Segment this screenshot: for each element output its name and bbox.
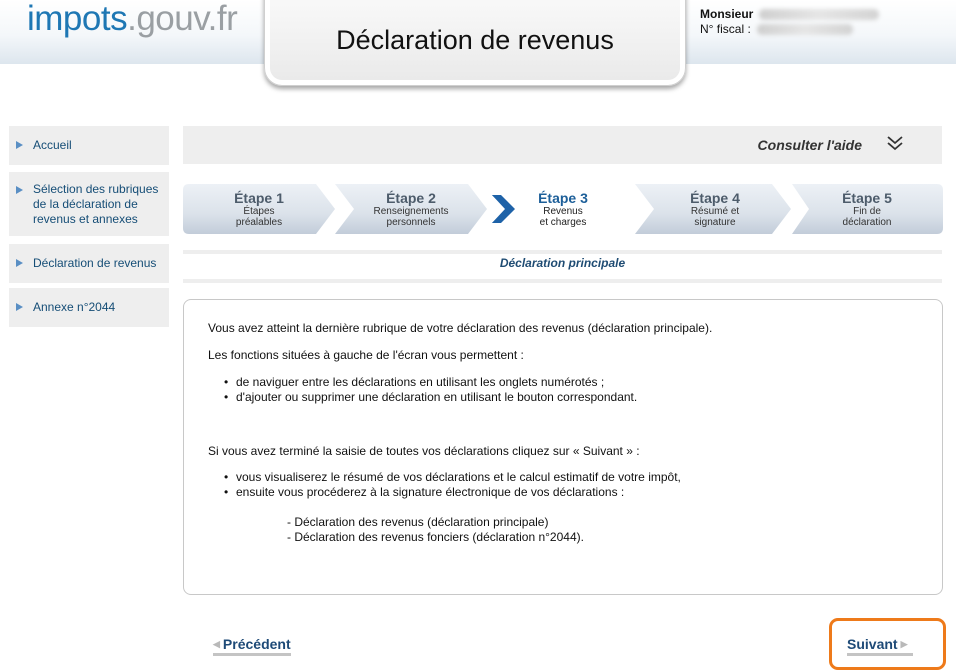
sidebar-item-accueil[interactable]: Accueil xyxy=(9,126,169,165)
step-3-current: Étape 3 Revenus et charges xyxy=(487,184,639,234)
sidebar-item-selection-rubriques[interactable]: Sélection des rubriques de la déclaratio… xyxy=(9,172,169,236)
step-title: Étape 2 xyxy=(386,190,436,206)
list-item: - Déclaration des revenus fonciers (décl… xyxy=(287,530,584,544)
logo-text-main: impots xyxy=(27,0,128,38)
triangle-right-icon xyxy=(16,259,23,267)
step-title: Étape 4 xyxy=(690,190,740,206)
redacted-name xyxy=(759,9,880,21)
step-title: Étape 3 xyxy=(538,190,588,206)
list-item: de naviguer entre les déclarations en ut… xyxy=(224,375,604,390)
sidebar-item-label: Sélection des rubriques de la déclaratio… xyxy=(33,182,159,226)
previous-label: Précédent xyxy=(222,636,291,652)
step-5: Étape 5 Fin de déclaration xyxy=(791,184,943,234)
step-title: Étape 1 xyxy=(234,190,284,206)
redacted-fiscal-number xyxy=(756,24,853,36)
page-title: Déclaration de revenus xyxy=(336,25,614,55)
step-subtitle: signature xyxy=(694,217,736,228)
step-subtitle: déclaration xyxy=(842,217,892,228)
next-label: Suivant xyxy=(847,636,898,652)
step-title: Étape 5 xyxy=(842,190,892,206)
content-paragraph: Les fonctions situées à gauche de l'écra… xyxy=(208,348,524,362)
sidebar-item-label: Annexe n°2044 xyxy=(33,300,116,314)
triangle-right-icon xyxy=(16,186,23,194)
page-title-box: Déclaration de revenus xyxy=(264,0,686,86)
step-subtitle: Revenus xyxy=(543,206,583,217)
step-1: Étape 1 Étapes préalables xyxy=(183,184,335,234)
list-item: - Déclaration des revenus (déclaration p… xyxy=(287,515,549,529)
triangle-right-icon: ▶ xyxy=(900,639,908,649)
triangle-right-icon xyxy=(16,303,23,311)
sidebar-item-label: Accueil xyxy=(33,138,72,152)
sidebar-item-label: Déclaration de revenus xyxy=(33,256,157,270)
content-paragraph: Si vous avez terminé la saisie de toutes… xyxy=(208,444,640,458)
content-panel: Vous avez atteint la dernière rubrique d… xyxy=(183,299,943,595)
step-subtitle: Étapes xyxy=(243,206,275,217)
triangle-right-icon xyxy=(16,141,23,149)
site-logo[interactable]: impots.gouv.fr xyxy=(27,0,238,38)
list-item: ensuite vous procéderez à la signature é… xyxy=(224,485,624,500)
step-subtitle: et charges xyxy=(539,217,587,228)
sidebar-item-annexe-2044[interactable]: Annexe n°2044 xyxy=(9,288,169,327)
fiscal-number-label: N° fiscal : xyxy=(700,22,751,36)
next-button[interactable]: Suivant ▶ xyxy=(847,636,913,656)
user-salutation: Monsieur xyxy=(700,7,754,21)
step-2: Étape 2 Renseignements personnels xyxy=(335,184,487,234)
triangle-left-icon: ◀ xyxy=(213,639,220,649)
sidebar-item-declaration-revenus[interactable]: Déclaration de revenus xyxy=(9,244,169,283)
step-subtitle: personnels xyxy=(386,217,436,228)
user-info: Monsieur N° fiscal : xyxy=(700,7,880,37)
step-subtitle: préalables xyxy=(235,217,283,228)
step-subtitle: Renseignements xyxy=(373,206,449,217)
logo-text-domain: .gouv.fr xyxy=(127,0,238,38)
section-title: Déclaration principale xyxy=(499,256,626,270)
step-subtitle: Résumé et xyxy=(690,206,740,217)
double-chevron-down-icon[interactable] xyxy=(886,134,904,157)
step-4: Étape 4 Résumé et signature xyxy=(639,184,791,234)
step-subtitle: Fin de xyxy=(853,206,881,217)
list-item: d'ajouter ou supprimer une déclaration e… xyxy=(224,390,637,405)
content-paragraph: Vous avez atteint la dernière rubrique d… xyxy=(208,321,713,335)
section-divider xyxy=(183,250,942,254)
section-divider xyxy=(183,279,942,283)
help-link[interactable]: Consulter l'aide xyxy=(758,137,862,153)
progress-steps: Étape 1 Étapes préalables Étape 2 Rensei… xyxy=(183,184,943,234)
list-item: vous visualiserez le résumé de vos décla… xyxy=(224,470,681,485)
previous-button[interactable]: ◀ Précédent xyxy=(213,636,291,656)
help-bar: Consulter l'aide xyxy=(183,126,942,164)
